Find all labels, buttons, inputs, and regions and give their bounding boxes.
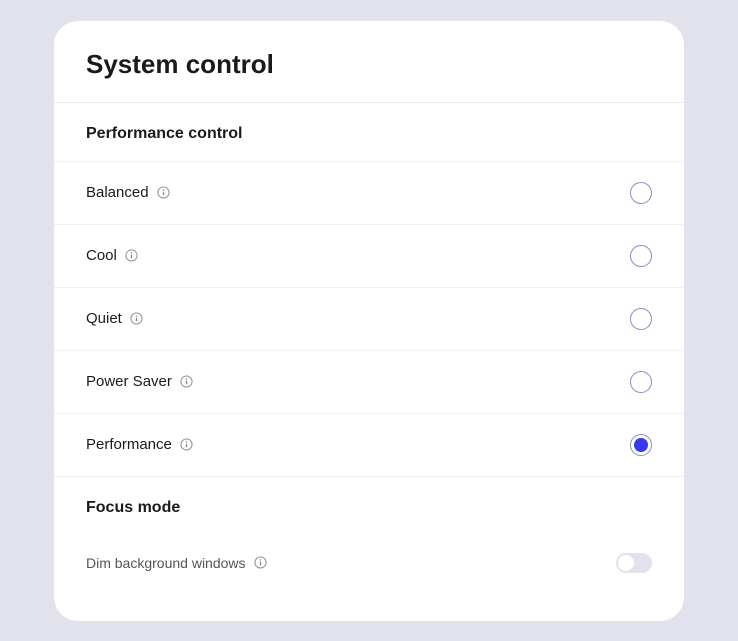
info-icon[interactable] (254, 556, 268, 570)
option-row-power-saver[interactable]: Power Saver (54, 350, 684, 413)
option-label: Cool (86, 247, 117, 264)
radio-power-saver[interactable] (630, 371, 652, 393)
option-row-balanced[interactable]: Balanced (54, 161, 684, 224)
option-label: Performance (86, 436, 172, 453)
radio-quiet[interactable] (630, 308, 652, 330)
focus-row-dim: Dim background windows (54, 535, 684, 593)
performance-control-header: Performance control (54, 103, 684, 161)
panel-title: System control (54, 21, 684, 103)
dim-background-toggle[interactable] (616, 553, 652, 573)
option-row-performance[interactable]: Performance (54, 413, 684, 476)
option-label-group: Balanced (86, 184, 171, 201)
toggle-knob (618, 555, 634, 571)
info-icon[interactable] (130, 312, 144, 326)
option-row-quiet[interactable]: Quiet (54, 287, 684, 350)
radio-balanced[interactable] (630, 182, 652, 204)
option-row-cool[interactable]: Cool (54, 224, 684, 287)
option-label: Balanced (86, 184, 149, 201)
option-label-group: Power Saver (86, 373, 194, 390)
system-control-panel: System control Performance control Balan… (54, 21, 684, 621)
option-label: Power Saver (86, 373, 172, 390)
dim-background-label: Dim background windows (86, 555, 246, 571)
info-icon[interactable] (180, 438, 194, 452)
radio-cool[interactable] (630, 245, 652, 267)
info-icon[interactable] (157, 186, 171, 200)
option-label-group: Performance (86, 436, 194, 453)
focus-mode-header: Focus mode (54, 477, 684, 535)
option-label-group: Cool (86, 247, 139, 264)
radio-performance[interactable] (630, 434, 652, 456)
option-label-group: Quiet (86, 310, 144, 327)
info-icon[interactable] (180, 375, 194, 389)
info-icon[interactable] (125, 249, 139, 263)
option-label: Quiet (86, 310, 122, 327)
option-label-group: Dim background windows (86, 555, 268, 571)
